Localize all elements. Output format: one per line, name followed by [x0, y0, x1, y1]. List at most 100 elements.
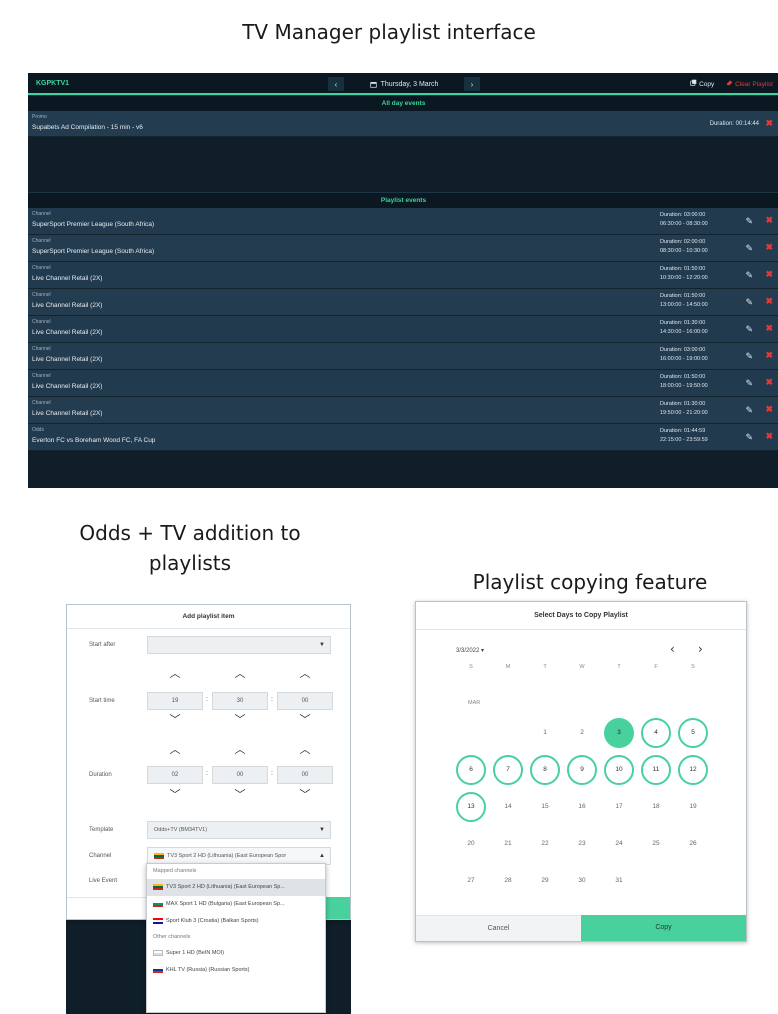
weekday-label: S	[469, 664, 473, 670]
copy-button[interactable]: Copy	[690, 79, 714, 88]
pencil-icon[interactable]: ✎	[745, 270, 753, 281]
next-month-icon[interactable]: ›	[698, 642, 703, 656]
start-minutes-down-icon[interactable]: ﹀	[225, 711, 255, 727]
pencil-icon[interactable]: ✎	[745, 216, 753, 227]
promo-row[interactable]: Promo Supabets Ad Compilation - 15 min -…	[28, 111, 778, 137]
duration-minutes-down-icon[interactable]: ﹀	[225, 786, 255, 802]
playlist-row[interactable]: Channel SuperSport Premier League (South …	[28, 235, 778, 262]
duration-hours-down-icon[interactable]: ﹀	[160, 786, 190, 802]
channel-logo-icon	[153, 949, 163, 956]
dropdown-item[interactable]: MAX Sport 1 HD (Bulgaria) (East European…	[147, 896, 325, 913]
calendar-day[interactable]: 7	[493, 755, 523, 785]
dropdown-item[interactable]: Sport Klub 3 (Croatia) (Balkan Sports)	[147, 913, 325, 930]
calendar-day[interactable]: 11	[641, 755, 671, 785]
delete-icon[interactable]: ✖	[765, 296, 773, 307]
start-seconds-down-icon[interactable]: ﹀	[290, 711, 320, 727]
calendar-day[interactable]: 25	[641, 829, 671, 859]
event-title: Everton FC vs Boreham Wood FC, FA Cup	[32, 437, 156, 444]
duration-minutes-input[interactable]: 00	[212, 766, 268, 784]
playlist-row[interactable]: Channel SuperSport Premier League (South …	[28, 208, 778, 235]
calendar-day[interactable]: 28	[493, 866, 523, 896]
delete-icon[interactable]: ✖	[765, 377, 773, 388]
calendar-day[interactable]: 29	[530, 866, 560, 896]
duration-seconds-input[interactable]: 00	[277, 766, 333, 784]
playlist-row[interactable]: Channel Live Channel Retail (2X) Duration:…	[28, 343, 778, 370]
template-select[interactable]: Odds+TV (BM34TV1) ▼	[147, 821, 331, 839]
calendar-day[interactable]: 17	[604, 792, 634, 822]
delete-icon[interactable]: ✖	[765, 242, 773, 253]
playlist-row[interactable]: Channel Live Channel Retail (2X) Duration:…	[28, 397, 778, 424]
calendar-day[interactable]: 23	[567, 829, 597, 859]
calendar-day[interactable]: 14	[493, 792, 523, 822]
prev-day-button[interactable]: ‹	[328, 77, 344, 91]
dropdown-item[interactable]: TV3 Sport 2 HD (Lithuania) (East Europea…	[147, 879, 325, 896]
delete-icon[interactable]: ✖	[765, 118, 773, 129]
duration-seconds-down-icon[interactable]: ﹀	[290, 786, 320, 802]
pencil-icon[interactable]: ✎	[745, 378, 753, 389]
prev-month-icon[interactable]: ‹	[670, 642, 675, 656]
calendar-day[interactable]: 24	[604, 829, 634, 859]
calendar-day[interactable]: 20	[456, 829, 486, 859]
delete-icon[interactable]: ✖	[765, 323, 773, 334]
start-hours-input[interactable]: 19	[147, 692, 203, 710]
delete-icon[interactable]: ✖	[765, 350, 773, 361]
dropdown-item[interactable]: KHL TV (Russia) (Russian Sports)	[147, 962, 325, 979]
calendar-day[interactable]: 8	[530, 755, 560, 785]
date-picker[interactable]: Thursday, 3 March	[344, 77, 464, 91]
calendar-day[interactable]: 15	[530, 792, 560, 822]
calendar-day[interactable]: 9	[567, 755, 597, 785]
pencil-icon[interactable]: ✎	[745, 405, 753, 416]
playlist-row[interactable]: Channel Live Channel Retail (2X) Duration:…	[28, 316, 778, 343]
next-day-button[interactable]: ›	[464, 77, 480, 91]
duration-hours-input[interactable]: 02	[147, 766, 203, 784]
dropdown-item[interactable]: Super 1 HD (BeIN MOI)	[147, 945, 325, 962]
pencil-icon[interactable]: ✎	[745, 324, 753, 335]
calendar-day[interactable]: 1	[530, 718, 560, 748]
delete-icon[interactable]: ✖	[765, 215, 773, 226]
pencil-icon[interactable]: ✎	[745, 432, 753, 443]
playlist-row[interactable]: Channel Live Channel Retail (2X) Duration:…	[28, 370, 778, 397]
start-hours-down-icon[interactable]: ﹀	[160, 711, 190, 727]
playlist-row[interactable]: Channel Live Channel Retail (2X) Duration:…	[28, 289, 778, 316]
start-minutes-up-icon[interactable]: ︿	[225, 665, 255, 681]
start-after-select[interactable]: ▼	[147, 636, 331, 654]
start-seconds-input[interactable]: 00	[277, 692, 333, 710]
calendar-day[interactable]: 2	[567, 718, 597, 748]
calendar-day[interactable]: 31	[604, 866, 634, 896]
calendar-day[interactable]: 6	[456, 755, 486, 785]
calendar-day[interactable]: 10	[604, 755, 634, 785]
delete-icon[interactable]: ✖	[765, 269, 773, 280]
playlist-row[interactable]: Channel Live Channel Retail (2X) Duration:…	[28, 262, 778, 289]
calendar-day[interactable]: 22	[530, 829, 560, 859]
calendar-day[interactable]: 12	[678, 755, 708, 785]
copy-confirm-button[interactable]: Copy	[581, 915, 746, 941]
cancel-button[interactable]: Cancel	[416, 915, 581, 941]
pencil-icon[interactable]: ✎	[745, 243, 753, 254]
calendar-day[interactable]: 16	[567, 792, 597, 822]
duration-seconds-up-icon[interactable]: ︿	[290, 741, 320, 757]
clear-playlist-button[interactable]: Clear Playlist	[726, 79, 773, 88]
calendar-day[interactable]: 3	[604, 718, 634, 748]
calendar-day[interactable]: 18	[641, 792, 671, 822]
calendar-day[interactable]: 26	[678, 829, 708, 859]
playlist-row[interactable]: Odds Everton FC vs Boreham Wood FC, FA Cu…	[28, 424, 778, 451]
duration-hours-up-icon[interactable]: ︿	[160, 741, 190, 757]
calendar-day[interactable]: 30	[567, 866, 597, 896]
delete-icon[interactable]: ✖	[765, 404, 773, 415]
delete-icon[interactable]: ✖	[765, 431, 773, 442]
calendar-day[interactable]: 4	[641, 718, 671, 748]
calendar-day[interactable]: 19	[678, 792, 708, 822]
start-minutes-input[interactable]: 30	[212, 692, 268, 710]
calendar-day[interactable]: 13	[456, 792, 486, 822]
calendar-day[interactable]: 21	[493, 829, 523, 859]
start-seconds-up-icon[interactable]: ︿	[290, 665, 320, 681]
month-select[interactable]: 3/3/2022 ▾	[456, 647, 484, 654]
start-hours-up-icon[interactable]: ︿	[160, 665, 190, 681]
event-range: 16:00:00 - 19:00:00	[660, 356, 708, 362]
calendar-day[interactable]: 5	[678, 718, 708, 748]
calendar-day[interactable]: 27	[456, 866, 486, 896]
pencil-icon[interactable]: ✎	[745, 351, 753, 362]
event-range: 06:30:00 - 08:30:00	[660, 221, 708, 227]
pencil-icon[interactable]: ✎	[745, 297, 753, 308]
duration-minutes-up-icon[interactable]: ︿	[225, 741, 255, 757]
